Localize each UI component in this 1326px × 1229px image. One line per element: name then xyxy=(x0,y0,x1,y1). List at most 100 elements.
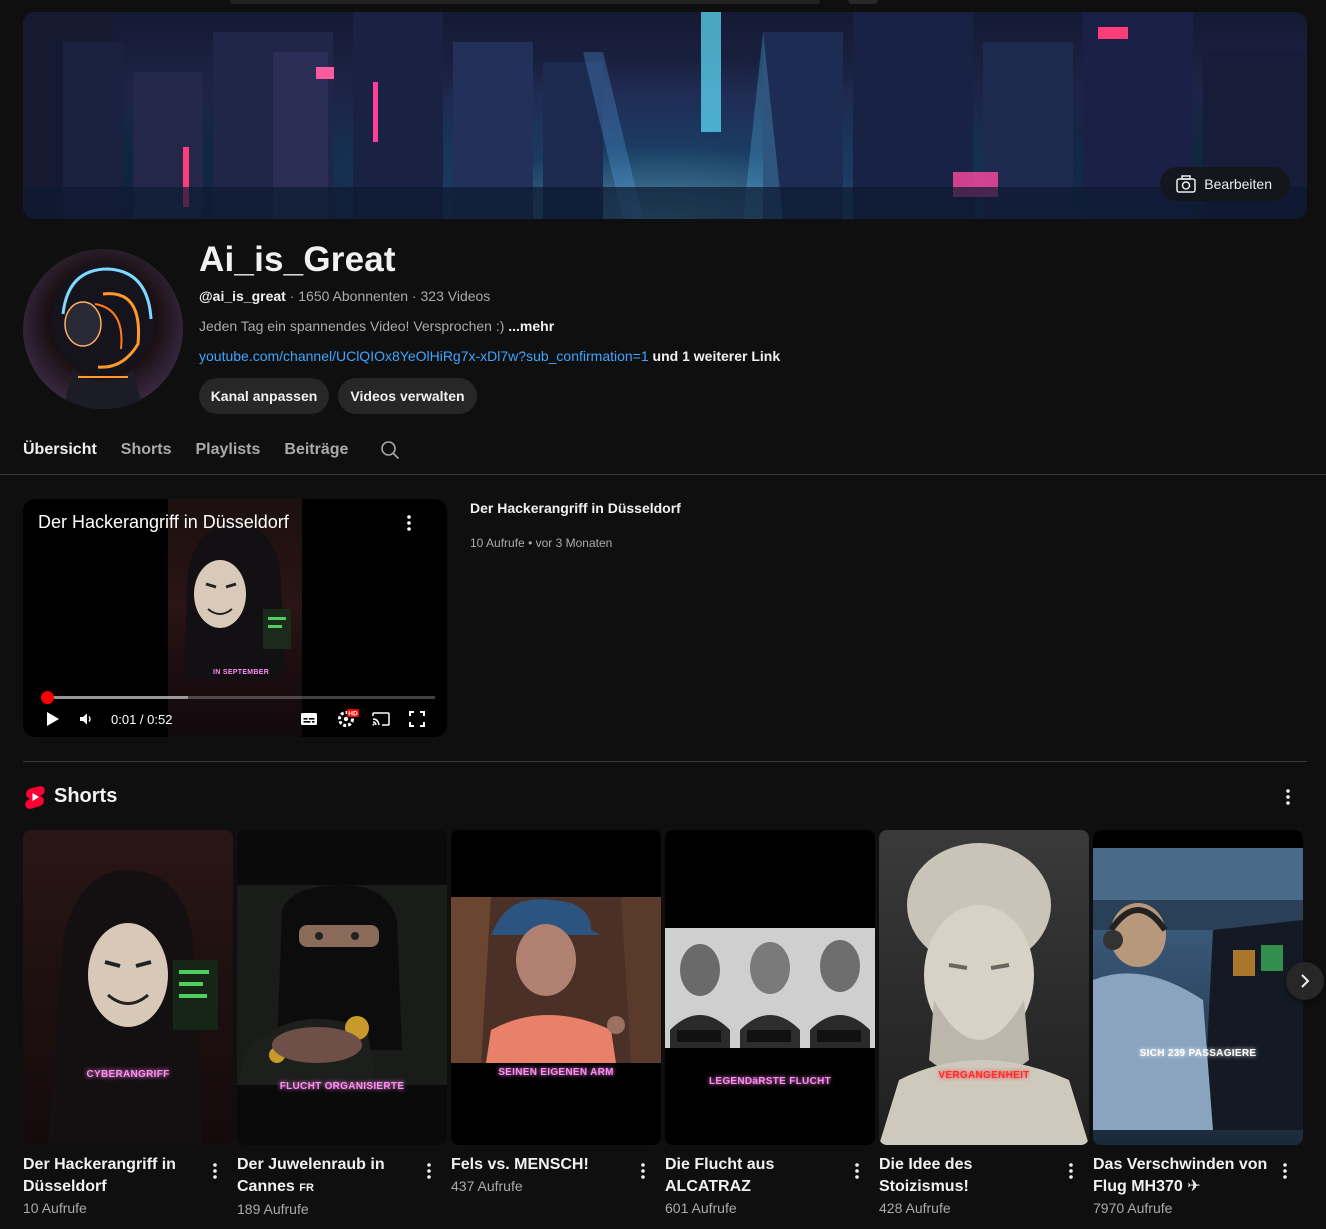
edit-banner-label: Bearbeiten xyxy=(1204,176,1272,192)
progress-scrubber[interactable] xyxy=(40,691,54,704)
settings-icon[interactable]: HD xyxy=(336,708,360,728)
search-icon[interactable] xyxy=(380,440,400,460)
short-item[interactable]: CYBERANGRIFF Der Hackerangriff in Düssel… xyxy=(23,830,233,1216)
short-title[interactable]: Die Idee des Stoizismus! xyxy=(879,1154,1059,1198)
short-thumbnail[interactable]: FLUCHT ORGANISIERTE xyxy=(237,830,447,1145)
tab-overview[interactable]: Übersicht xyxy=(23,441,97,459)
pilot-cockpit-art xyxy=(1093,830,1303,1130)
short-title-text: Das Verschwinden von Flug MH370 xyxy=(1093,1156,1268,1195)
short-thumbnail[interactable]: CYBERANGRIFF xyxy=(23,830,233,1145)
short-item[interactable]: SEINEN EIGENEN ARM Fels vs. MENSCH! 437 … xyxy=(451,830,661,1194)
shorts-shelf-title: Shorts xyxy=(54,785,118,807)
short-item[interactable]: VERGANGENHEIT Die Idee des Stoizismus! 4… xyxy=(879,830,1089,1216)
short-caption: VERGANGENHEIT xyxy=(938,1070,1030,1081)
banner-city-art xyxy=(23,12,1307,219)
cast-icon[interactable] xyxy=(372,712,390,726)
progress-bar[interactable] xyxy=(40,691,435,704)
featured-video-meta: 10 Aufrufe • vor 3 Monaten xyxy=(470,536,612,550)
hacker-mask-art xyxy=(48,870,218,1145)
short-caption: LEGENDäRSTE FLUCHT xyxy=(708,1076,832,1087)
short-thumbnail[interactable]: VERGANGENHEIT xyxy=(879,830,1089,1145)
short-views: 7970 Aufrufe xyxy=(1093,1200,1173,1216)
short-caption: SEINEN EIGENEN ARM xyxy=(498,1067,614,1078)
short-caption: SICH 239 PASSAGIERE xyxy=(1139,1048,1257,1059)
channel-link-url[interactable]: youtube.com/channel/UClQIOx8YeOlHiRg7x-x… xyxy=(199,348,649,364)
channel-links: youtube.com/channel/UClQIOx8YeOlHiRg7x-x… xyxy=(199,348,780,364)
chevron-right-icon xyxy=(1301,974,1310,988)
description-more-link[interactable]: ...mehr xyxy=(508,318,554,334)
short-title[interactable]: Fels vs. MENSCH! xyxy=(451,1154,631,1176)
meta-dot: • xyxy=(528,536,533,550)
short-caption: CYBERANGRIFF xyxy=(86,1069,170,1080)
short-views: 437 Aufrufe xyxy=(451,1178,523,1194)
edit-banner-button[interactable]: Bearbeiten xyxy=(1160,167,1290,201)
short-thumbnail[interactable]: LEGENDäRSTE FLUCHT xyxy=(665,830,875,1145)
climber-art xyxy=(451,897,661,1063)
more-vert-icon[interactable] xyxy=(849,1161,865,1181)
subtitles-icon[interactable] xyxy=(300,712,318,726)
featured-video-player[interactable]: Der Hackerangriff in Düsseldorf IN SEPTE… xyxy=(23,499,447,737)
short-item[interactable]: FLUCHT ORGANISIERTE Der Juwelenraub in C… xyxy=(237,830,447,1217)
short-caption: FLUCHT ORGANISIERTE xyxy=(279,1081,405,1092)
short-title-suffix: ✈ xyxy=(1187,1178,1201,1195)
featured-views: 10 Aufrufe xyxy=(470,536,525,550)
meta-separator: · xyxy=(285,288,299,304)
short-views: 601 Aufrufe xyxy=(665,1200,737,1216)
short-item[interactable]: SICH 239 PASSAGIERE Das Verschwinden von… xyxy=(1093,830,1303,1216)
featured-video-title[interactable]: Der Hackerangriff in Düsseldorf xyxy=(470,500,681,516)
camera-icon xyxy=(1176,175,1197,193)
short-title[interactable]: Der Juwelenraub in Cannes FR xyxy=(237,1154,417,1199)
avatar-robot-art xyxy=(51,264,155,409)
time-display: 0:01 / 0:52 xyxy=(111,712,173,727)
robber-art xyxy=(237,885,447,1085)
section-divider xyxy=(23,761,1307,762)
video-caption: IN SEPTEMBER xyxy=(213,669,270,676)
video-frame xyxy=(168,499,302,737)
short-title[interactable]: Der Hackerangriff in Düsseldorf xyxy=(23,1154,203,1198)
play-icon[interactable] xyxy=(45,710,61,728)
mugshots-art xyxy=(665,928,875,1048)
manage-videos-button[interactable]: Videos verwalten xyxy=(338,378,477,414)
tab-posts[interactable]: Beiträge xyxy=(284,441,348,459)
more-vert-icon[interactable] xyxy=(1063,1161,1079,1181)
featured-age: vor 3 Monaten xyxy=(535,536,613,550)
more-vert-icon[interactable] xyxy=(635,1161,651,1181)
shorts-logo-icon xyxy=(25,786,45,809)
tabs-divider xyxy=(0,474,1326,475)
top-mic-button-edge xyxy=(848,0,878,4)
more-vert-icon[interactable] xyxy=(401,513,417,533)
channel-handle: @ai_is_great xyxy=(199,288,286,304)
customize-channel-button[interactable]: Kanal anpassen xyxy=(199,378,329,414)
channel-description[interactable]: Jeden Tag ein spannendes Video! Versproc… xyxy=(199,318,554,334)
top-search-bar-edge xyxy=(230,0,820,4)
channel-meta: @ai_is_great · 1650 Abonnenten · 323 Vid… xyxy=(199,288,490,304)
video-count: 323 Videos xyxy=(420,288,491,304)
short-thumbnail[interactable]: SEINEN EIGENEN ARM xyxy=(451,830,661,1145)
more-vert-icon[interactable] xyxy=(1277,1161,1293,1181)
short-views: 10 Aufrufe xyxy=(23,1200,87,1216)
progress-loaded xyxy=(43,696,189,699)
more-vert-icon[interactable] xyxy=(1280,787,1296,807)
fullscreen-icon[interactable] xyxy=(409,711,425,727)
more-vert-icon[interactable] xyxy=(207,1161,223,1181)
stoic-bust-art xyxy=(879,843,1089,1145)
more-links-button[interactable]: und 1 weiterer Link xyxy=(653,348,781,364)
player-title[interactable]: Der Hackerangriff in Düsseldorf xyxy=(38,512,289,533)
short-views: 189 Aufrufe xyxy=(237,1201,309,1217)
hd-badge: HD xyxy=(348,711,358,718)
short-title[interactable]: Die Flucht aus ALCATRAZ xyxy=(665,1154,845,1198)
short-title[interactable]: Das Verschwinden von Flug MH370 ✈ xyxy=(1093,1154,1273,1198)
volume-icon[interactable] xyxy=(79,712,95,726)
tab-shorts[interactable]: Shorts xyxy=(121,441,172,459)
channel-name: Ai_is_Great xyxy=(199,240,396,279)
hacker-mask-art xyxy=(184,524,291,679)
channel-avatar[interactable] xyxy=(23,249,183,409)
channel-tabs: Übersicht Shorts Playlists Beiträge xyxy=(23,440,400,460)
shelf-next-button[interactable] xyxy=(1286,962,1324,1000)
description-text: Jeden Tag ein spannendes Video! Versproc… xyxy=(199,318,505,334)
short-thumbnail[interactable]: SICH 239 PASSAGIERE xyxy=(1093,830,1303,1145)
more-vert-icon[interactable] xyxy=(421,1161,437,1181)
meta-separator: · xyxy=(408,288,421,304)
tab-playlists[interactable]: Playlists xyxy=(195,441,260,459)
short-item[interactable]: LEGENDäRSTE FLUCHT Die Flucht aus ALCATR… xyxy=(665,830,875,1216)
